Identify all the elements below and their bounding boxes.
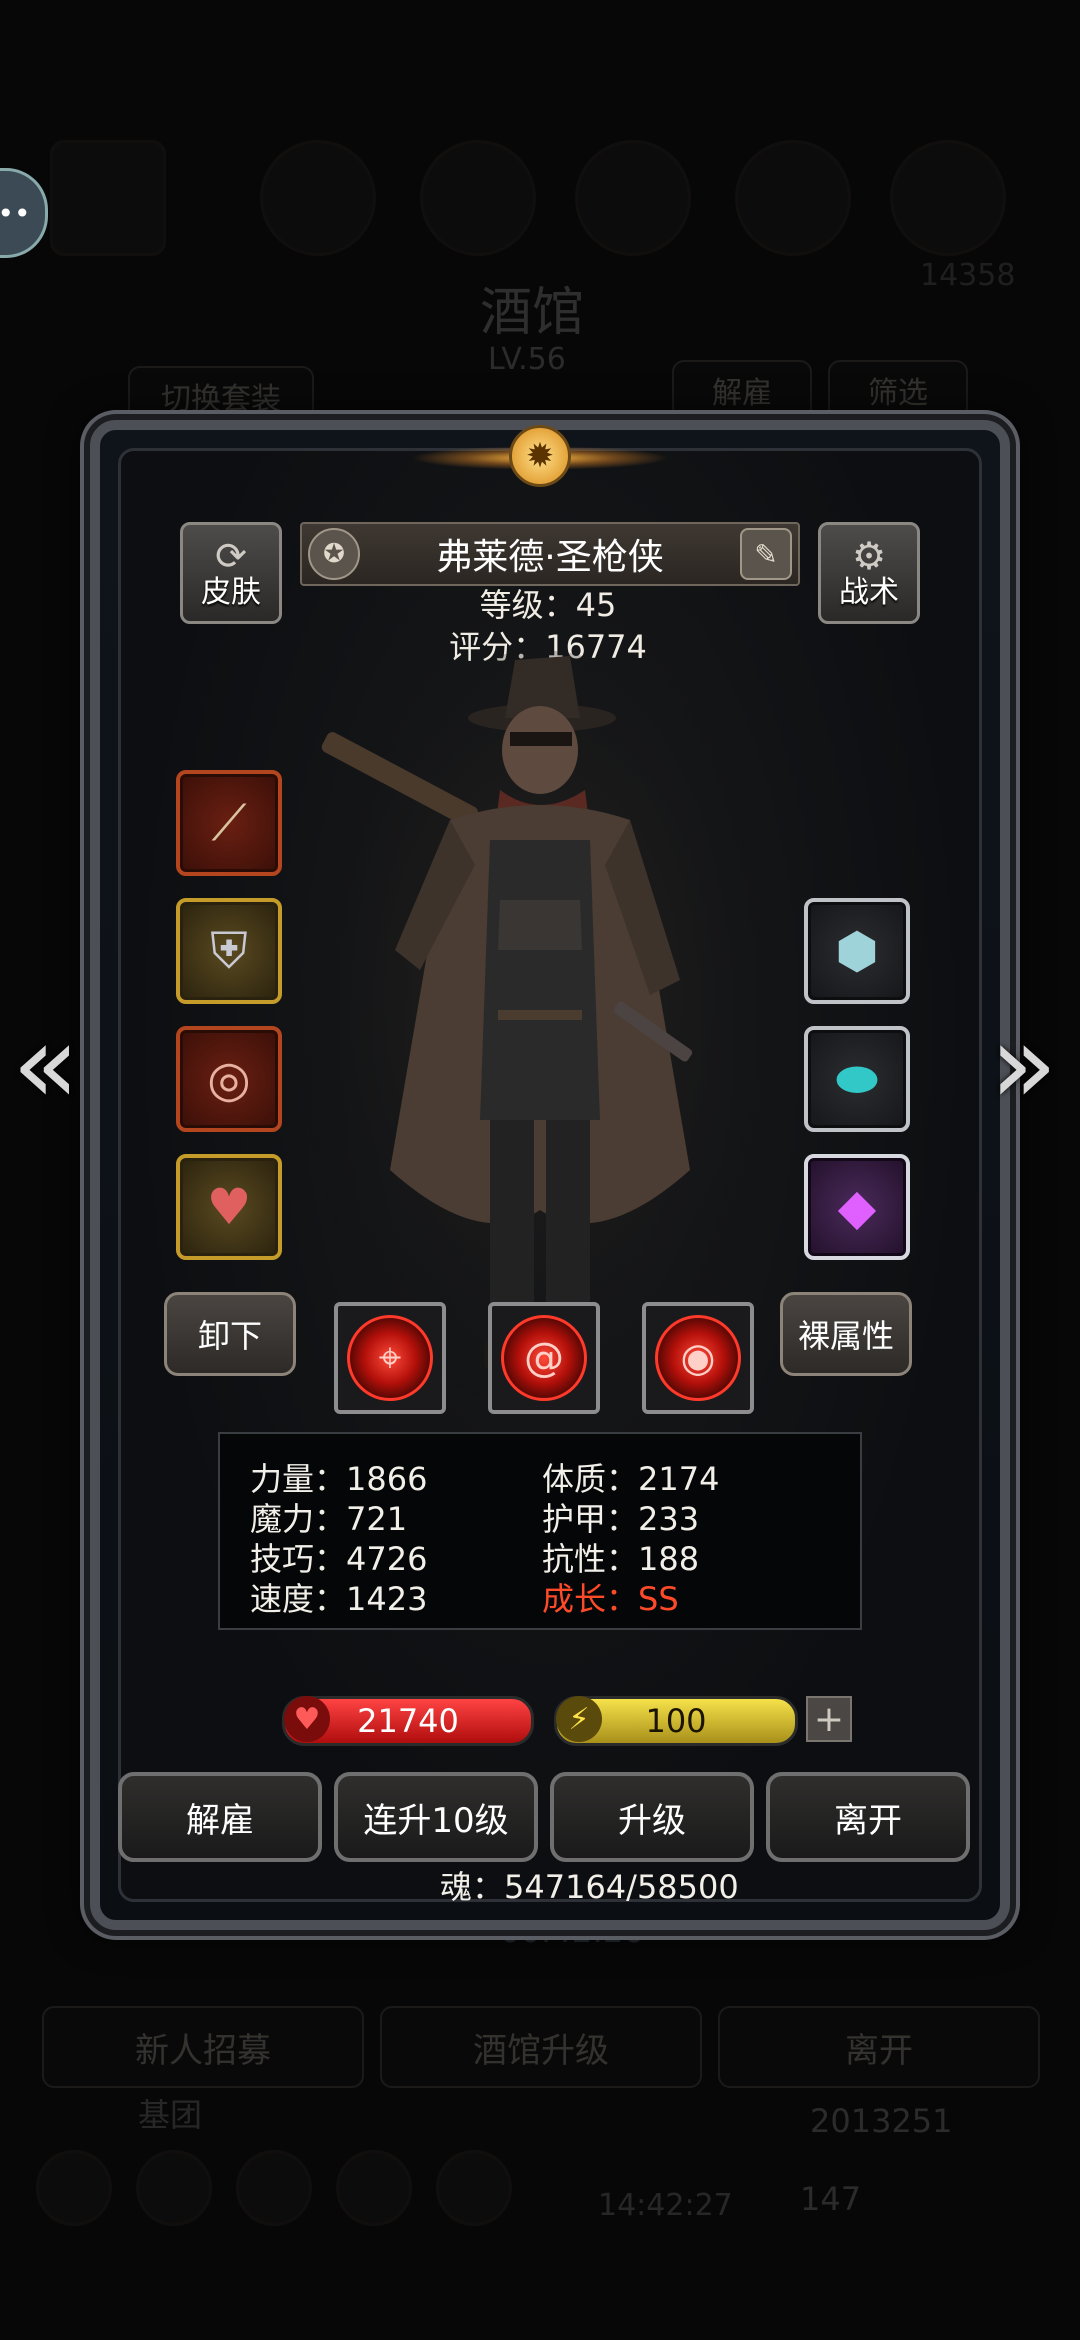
- tactics-button[interactable]: ⚙ 战术: [818, 522, 920, 624]
- hero-level: 等级：45: [479, 586, 617, 624]
- stat-growth: 成长：SS: [542, 1580, 679, 1618]
- hp-value: 21740: [357, 1702, 459, 1740]
- dismiss-button[interactable]: 解雇: [118, 1772, 322, 1862]
- stone-slot-2[interactable]: ⬬: [804, 1026, 910, 1132]
- add-energy-button[interactable]: +: [806, 1696, 852, 1742]
- energy-value: 100: [645, 1702, 707, 1740]
- next-hero-arrow-icon[interactable]: »: [990, 1000, 1057, 1128]
- soul-counter: 魂：547164/58500: [440, 1868, 739, 1906]
- tactics-label: 战术: [839, 575, 899, 610]
- prev-hero-arrow-icon[interactable]: «: [12, 1000, 79, 1128]
- target-skill-icon: ◉: [655, 1315, 741, 1401]
- level-up-10-button[interactable]: 连升10级: [334, 1772, 538, 1862]
- ring-icon: ◎: [207, 1050, 251, 1108]
- gem-icon: ⬬: [835, 1049, 879, 1108]
- stone-slot-1[interactable]: ⬢: [804, 898, 910, 1004]
- skill-slot-2[interactable]: @: [488, 1302, 600, 1414]
- edit-name-icon[interactable]: ✎: [740, 528, 792, 580]
- musket-icon: ⟋: [211, 793, 247, 852]
- skin-button[interactable]: ⟳ 皮肤: [180, 522, 282, 624]
- armor-icon: ⛨: [210, 921, 248, 980]
- amulet-slot[interactable]: ♥: [176, 1154, 282, 1260]
- gear-icon: ⚙: [851, 534, 887, 578]
- emblem-core-icon: ✹: [509, 425, 571, 487]
- dialog-emblem: ✹: [410, 420, 670, 492]
- hero-name: 弗莱德·圣枪侠: [436, 537, 664, 578]
- unequip-button[interactable]: 卸下: [164, 1292, 296, 1376]
- weapon-slot[interactable]: ⟋: [176, 770, 282, 876]
- medal-icon[interactable]: ✪: [308, 528, 360, 580]
- swirl-skill-icon: @: [501, 1315, 587, 1401]
- crystal-icon: ◆: [837, 1178, 877, 1236]
- stone-slot-3[interactable]: ◆: [804, 1154, 910, 1260]
- armor-slot[interactable]: ⛨: [176, 898, 282, 1004]
- stat-speed: 速度：1423: [250, 1580, 428, 1618]
- level-up-button[interactable]: 升级: [550, 1772, 754, 1862]
- stats-panel: 力量：1866 体质：2174 魔力：721 护甲：233 技巧：4726 抗性…: [218, 1432, 862, 1630]
- skill-slot-3[interactable]: ◉: [642, 1302, 754, 1414]
- heart-icon: ♥: [284, 1696, 330, 1742]
- hero-portrait: [300, 650, 780, 1410]
- hero-name-bar: ✪ 弗莱德·圣枪侠 ✎: [300, 522, 800, 586]
- amulet-icon: ♥: [206, 1178, 252, 1236]
- lightning-icon: ⚡: [556, 1696, 602, 1742]
- leave-button[interactable]: 离开: [766, 1772, 970, 1862]
- crosshair-skill-icon: ⌖: [347, 1315, 433, 1401]
- stone-icon: ⬢: [835, 922, 879, 980]
- refresh-shield-icon: ⟳: [215, 534, 247, 578]
- skill-slot-1[interactable]: ⌖: [334, 1302, 446, 1414]
- skin-label: 皮肤: [201, 575, 261, 610]
- base-attributes-button[interactable]: 裸属性: [780, 1292, 912, 1376]
- ring-slot[interactable]: ◎: [176, 1026, 282, 1132]
